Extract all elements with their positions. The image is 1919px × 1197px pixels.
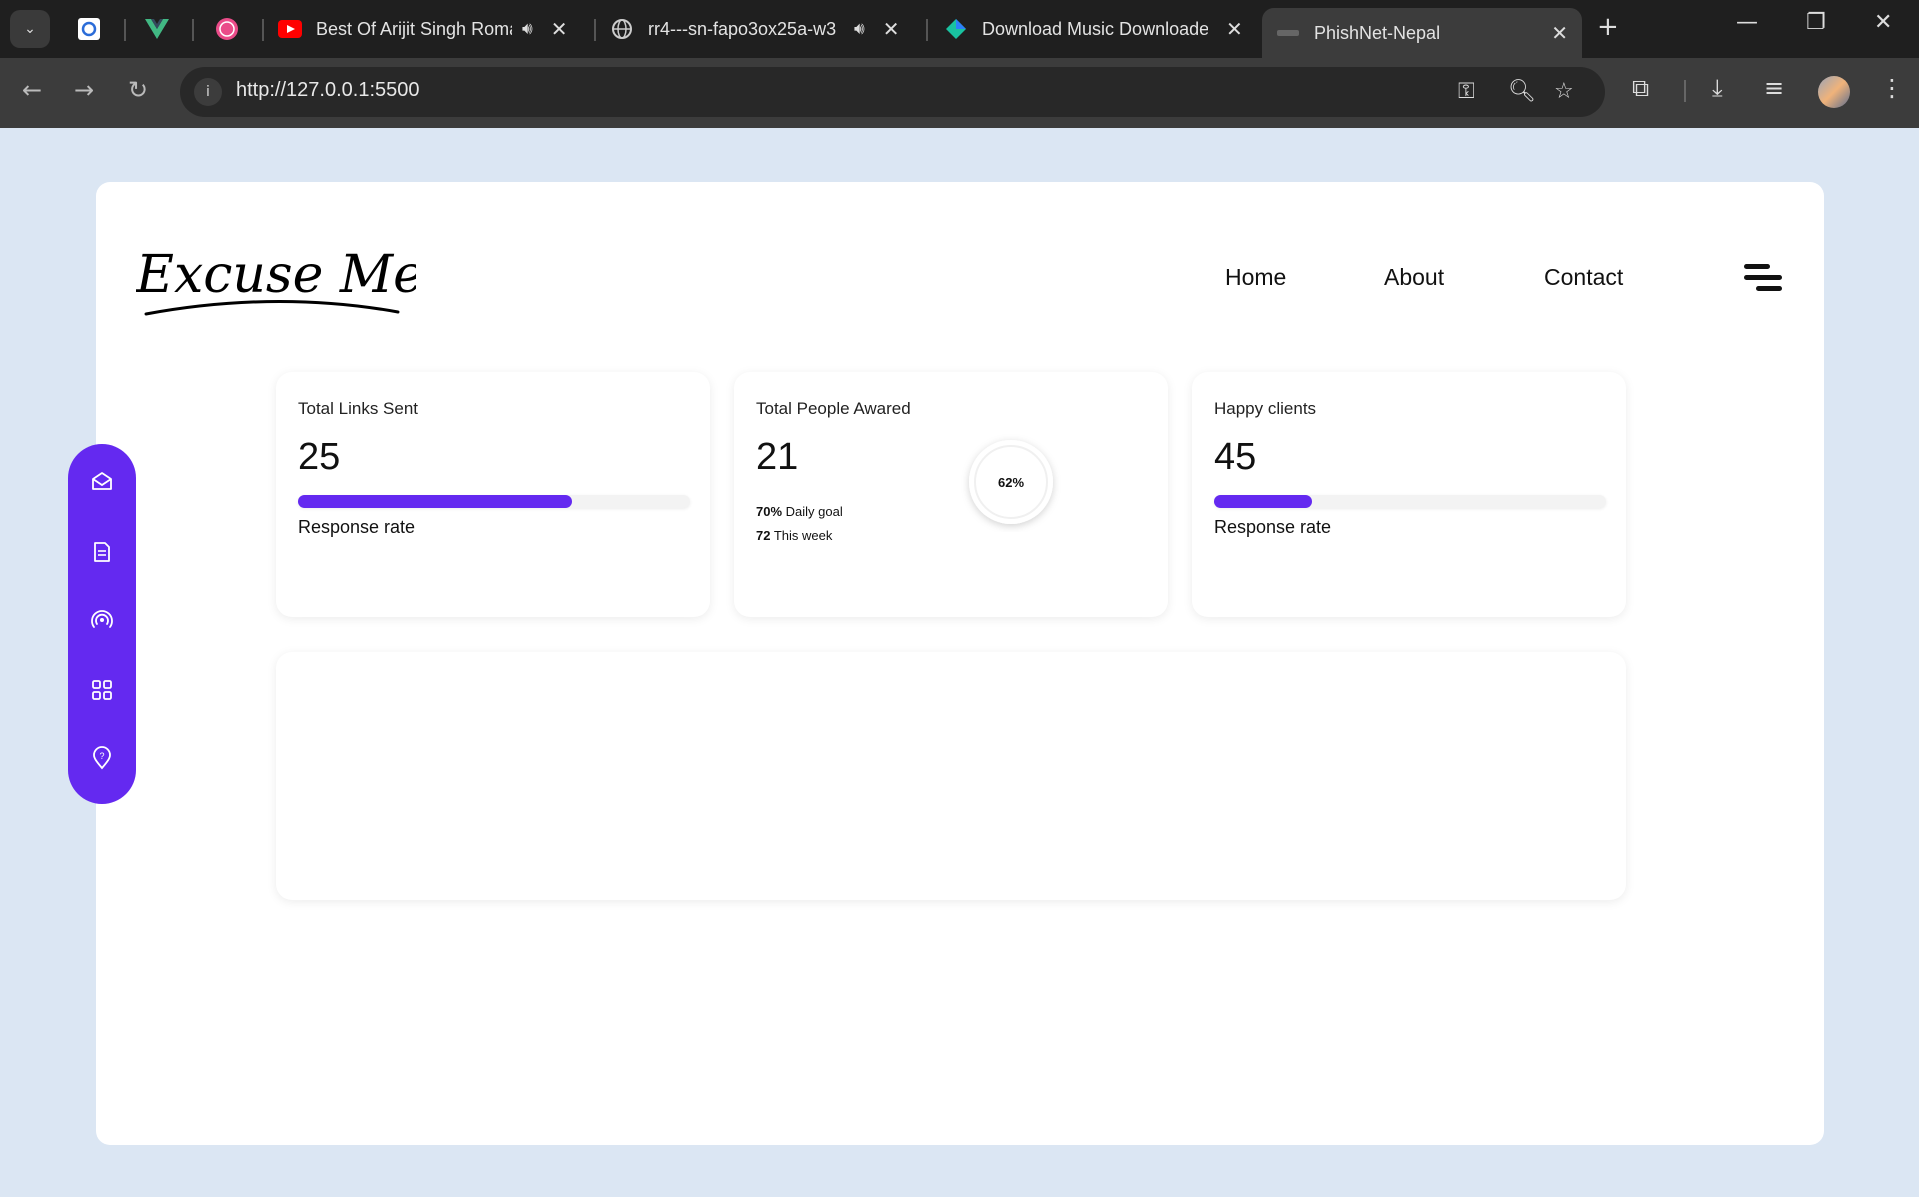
stat-card-happy-clients: Happy clients 45 Response rate: [1192, 372, 1626, 617]
tab-search-button[interactable]: ⌄: [10, 10, 50, 48]
tab-separator: [594, 19, 596, 41]
bookmark-star-icon[interactable]: ☆: [1554, 79, 1574, 104]
tab-separator: [926, 19, 928, 41]
vue-favicon-icon: [145, 19, 169, 39]
new-tab-button[interactable]: +: [1597, 12, 1619, 42]
address-url[interactable]: http://127.0.0.1:5500: [236, 79, 420, 102]
page-favicon-icon: [1276, 21, 1300, 45]
percent-ring: 62%: [969, 440, 1053, 524]
tab-media[interactable]: rr4---sn-fapo3ox25a-w3 🔊︎ ✕: [610, 8, 910, 50]
stat-label: Happy clients: [1214, 399, 1317, 418]
logo[interactable]: Excuse Me!: [136, 222, 416, 332]
app-favicon-icon: [78, 18, 100, 40]
globe-icon: [610, 17, 634, 41]
hamburger-menu-icon[interactable]: [1744, 262, 1784, 294]
stat-label: Total Links Sent: [298, 399, 419, 418]
tab-title: PhishNet-Nepal: [1314, 22, 1441, 43]
nav-contact[interactable]: Contact: [1544, 264, 1623, 291]
nav-home[interactable]: Home: [1225, 264, 1286, 291]
tab-separator: [192, 19, 194, 41]
stat-card-people-awared: Total People Awared 21 70% Daily goal 72…: [734, 372, 1168, 617]
daily-goal-label: Daily goal: [785, 504, 843, 519]
mail-icon[interactable]: [90, 470, 114, 494]
password-key-icon[interactable]: ⚿: [1458, 79, 1475, 104]
dribbble-favicon-icon: [216, 18, 238, 40]
toolbar-separator: [1684, 80, 1686, 102]
grid-icon[interactable]: [90, 678, 114, 702]
close-tab-icon[interactable]: ✕: [1226, 17, 1243, 42]
progress-bar: [298, 495, 690, 508]
close-window-button[interactable]: ✕: [1874, 10, 1892, 35]
ring-percent-text: 62%: [998, 475, 1024, 490]
stat-value: 45: [1214, 436, 1257, 478]
stat-label: Total People Awared: [756, 399, 911, 418]
progress-fill: [1214, 495, 1312, 508]
back-button[interactable]: ←: [22, 76, 42, 104]
restore-button[interactable]: ❐: [1806, 10, 1826, 35]
tab-separator: [124, 19, 126, 41]
week-label: This week: [773, 528, 833, 543]
forward-button[interactable]: →: [74, 76, 94, 104]
progress-caption: Response rate: [1214, 517, 1332, 537]
tab-title: Download Music Downloader: [982, 18, 1208, 39]
diamond-favicon-icon: [944, 17, 968, 41]
progress-bar: [1214, 495, 1606, 508]
location-icon[interactable]: ?: [90, 746, 114, 770]
stat-card-links-sent: Total Links Sent 25 Response rate: [276, 372, 710, 617]
tab-title: rr4---sn-fapo3ox25a-w3: [648, 18, 837, 39]
browser-tab-strip: ⌄ Best Of Arijit Singh Romantic 🔊︎ ✕ rr4…: [0, 0, 1919, 58]
address-bar[interactable]: i http://127.0.0.1:5500 ⚿ 🔍︎ ☆: [180, 67, 1605, 117]
close-tab-icon[interactable]: ✕: [883, 17, 900, 42]
progress-fill: [298, 495, 573, 508]
progress-caption: Response rate: [298, 517, 416, 537]
stat-value: 21: [756, 436, 799, 478]
profile-avatar[interactable]: [1818, 76, 1850, 108]
svg-text:?: ?: [99, 751, 104, 761]
pinned-tab-2[interactable]: [142, 14, 172, 44]
pinned-tab-1[interactable]: [74, 14, 104, 44]
week-stat: 72 This week: [756, 528, 832, 543]
page-container: Excuse Me! Home About Contact Total Link…: [96, 182, 1824, 1145]
week-value: 72: [756, 528, 771, 543]
content-panel: [276, 652, 1626, 900]
tab-download-music[interactable]: Download Music Downloader ✕: [944, 8, 1244, 50]
site-info-icon[interactable]: i: [194, 78, 222, 106]
stat-value: 25: [298, 436, 341, 478]
reload-button[interactable]: ↻: [128, 76, 148, 104]
nav-about[interactable]: About: [1384, 264, 1444, 291]
logo-text: Excuse Me!: [136, 245, 416, 305]
sidebar: ?: [68, 444, 136, 804]
daily-goal-value: 70%: [756, 504, 783, 519]
close-tab-icon[interactable]: ✕: [551, 17, 568, 42]
minimize-button[interactable]: —: [1736, 10, 1758, 35]
document-icon[interactable]: [90, 540, 114, 564]
close-tab-icon[interactable]: ✕: [1551, 21, 1568, 46]
download-icon[interactable]: ⤓: [1712, 74, 1723, 102]
pinned-tab-3[interactable]: [212, 14, 242, 44]
browser-toolbar: ← → ↻ i http://127.0.0.1:5500 ⚿ 🔍︎ ☆ ⧉ ⤓…: [0, 58, 1919, 128]
tab-title: Best Of Arijit Singh Romantic: [316, 18, 512, 39]
tab-youtube[interactable]: Best Of Arijit Singh Romantic 🔊︎ ✕: [278, 8, 578, 50]
broadcast-icon[interactable]: [90, 608, 114, 632]
extensions-icon[interactable]: ⧉: [1632, 74, 1649, 102]
youtube-favicon-icon: [278, 17, 302, 41]
speaker-icon[interactable]: 🔊︎: [854, 19, 865, 39]
speaker-icon[interactable]: 🔊︎: [522, 19, 533, 39]
media-control-icon[interactable]: ≡: [1764, 74, 1784, 102]
daily-goal: 70% Daily goal: [756, 504, 843, 519]
browser-menu-icon[interactable]: ⋮: [1880, 74, 1904, 102]
tab-phishnet-active[interactable]: PhishNet-Nepal ✕: [1262, 8, 1582, 58]
tab-separator: [262, 19, 264, 41]
zoom-icon[interactable]: 🔍︎: [1508, 79, 1536, 104]
